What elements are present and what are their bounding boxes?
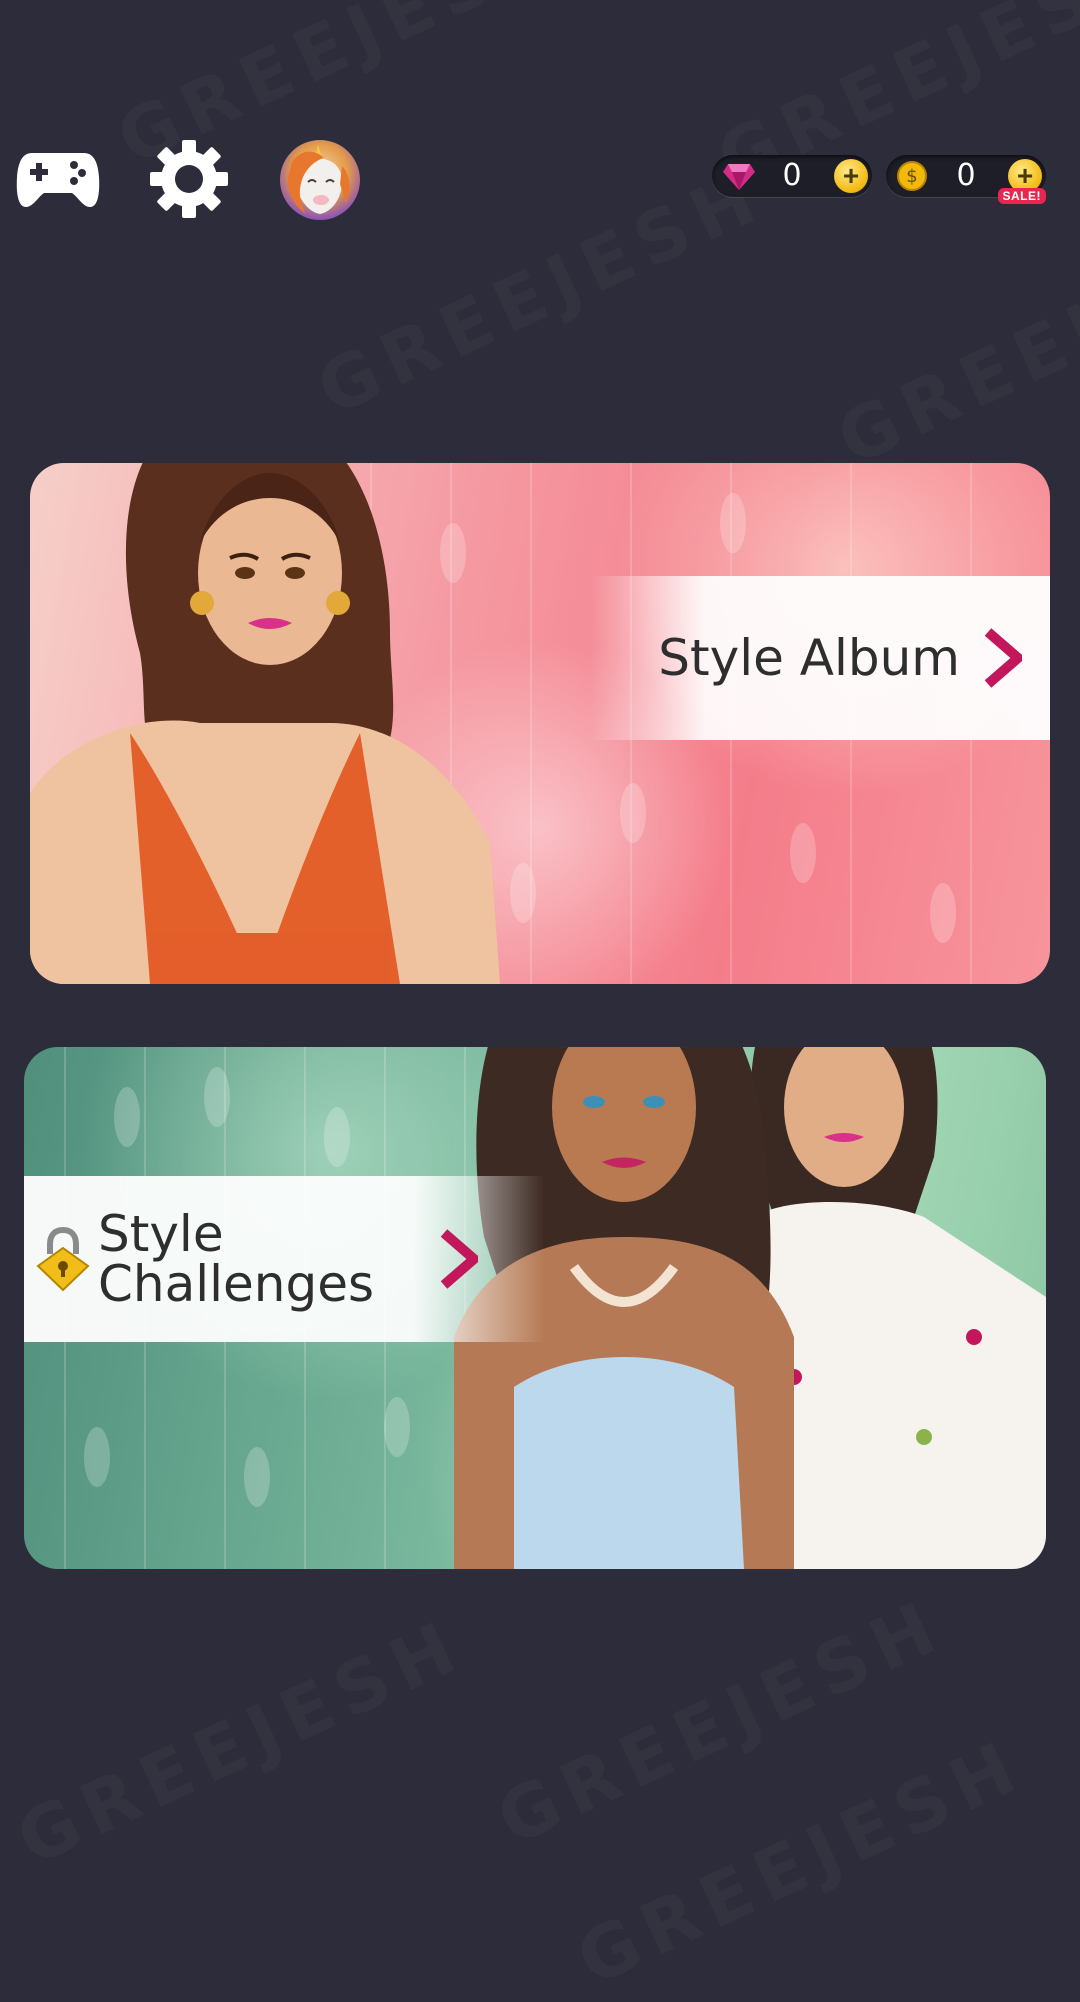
gear-icon <box>150 140 228 218</box>
sale-badge: SALE! <box>997 188 1046 204</box>
chevron-right-icon <box>440 1229 479 1289</box>
watermark: GREEJESH <box>485 1582 956 1861</box>
gems-value: 0 <box>782 158 802 193</box>
gamepad-button[interactable] <box>16 146 100 212</box>
decor-drop <box>114 1087 140 1147</box>
watermark: GREEJESH <box>565 1722 1036 2001</box>
padlock-icon <box>36 1226 90 1292</box>
decor-drop <box>790 823 816 883</box>
gem-icon <box>723 164 755 190</box>
style-challenges-title-line1: Style <box>98 1205 224 1263</box>
decor-drop <box>384 1397 410 1457</box>
buy-gems-button[interactable]: + <box>834 159 868 193</box>
watermark: GREEJESH <box>825 202 1080 481</box>
unicorn-avatar-icon <box>287 144 350 214</box>
style-album-title: Style Album <box>658 629 960 687</box>
style-album-card[interactable]: Style Album <box>30 463 1050 984</box>
decor-drop <box>324 1107 350 1167</box>
watermark: GREEJESH <box>305 152 776 431</box>
decor-drop <box>204 1067 230 1127</box>
coin-icon: $ <box>897 161 927 191</box>
svg-text:$: $ <box>906 166 917 187</box>
decor-drop <box>930 883 956 943</box>
style-challenges-title: Style Challenges <box>98 1209 374 1309</box>
decor-drop <box>720 493 746 553</box>
chevron-right-icon <box>984 628 1022 688</box>
model-illustration <box>30 463 500 984</box>
decor-drop <box>244 1447 270 1507</box>
coins-counter: $ 0 + SALE! <box>886 155 1046 204</box>
decor-drop <box>84 1427 110 1487</box>
style-challenges-card[interactable]: Style Challenges <box>24 1047 1046 1569</box>
decor-drop <box>620 783 646 843</box>
style-challenges-banner: Style Challenges <box>24 1176 544 1342</box>
gems-counter: 0 + <box>712 155 872 197</box>
coins-value: 0 <box>956 158 976 193</box>
gamepad-icon <box>16 153 100 207</box>
watermark: GREEJESH <box>5 1602 476 1881</box>
style-album-banner: Style Album <box>590 576 1050 740</box>
profile-avatar[interactable] <box>278 138 362 222</box>
style-challenges-title-line2: Challenges <box>98 1255 375 1313</box>
settings-button[interactable] <box>148 138 230 220</box>
